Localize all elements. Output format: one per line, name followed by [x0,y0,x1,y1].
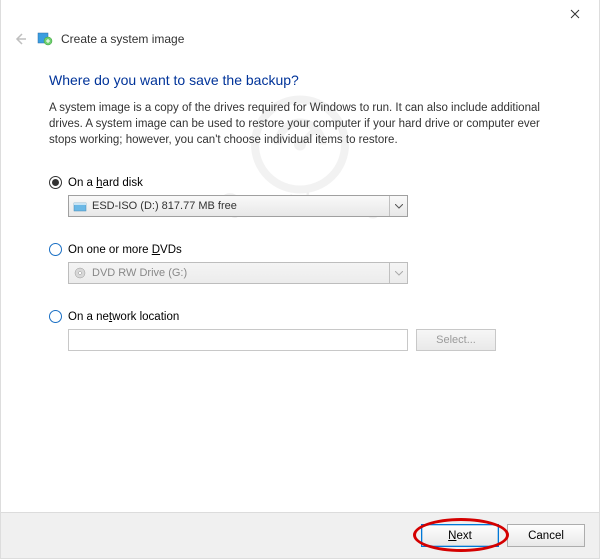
hard-disk-select-value: ESD-ISO (D:) 817.77 MB free [92,200,237,212]
radio-dvds-label[interactable]: On one or more DVDs [68,244,182,256]
close-button[interactable] [555,2,595,26]
radio-dvds[interactable] [49,243,62,256]
radio-hard-disk-label[interactable]: On a hard disk [68,177,143,189]
back-button[interactable] [11,30,29,48]
dvds-select-value: DVD RW Drive (G:) [92,267,187,279]
radio-network[interactable] [49,310,62,323]
select-network-button: Select... [416,329,496,351]
window-title: Create a system image [61,32,184,46]
app-icon [37,31,53,47]
title-bar [1,0,599,28]
cancel-button[interactable]: Cancel [507,524,585,547]
radio-network-label[interactable]: On a network location [68,311,179,323]
option-dvds: On one or more DVDs DVD RW Drive (G:) [49,243,565,284]
header-row: Create a system image [1,28,599,54]
next-button[interactable]: Next [421,524,499,547]
network-path-input [68,329,408,351]
dvds-select: DVD RW Drive (G:) [68,262,408,284]
footer-bar: Next Cancel [1,512,599,558]
content-area: Where do you want to save the backup? A … [1,54,599,385]
dvd-icon [73,267,87,279]
page-description: A system image is a copy of the drives r… [49,100,565,148]
disk-icon [73,200,87,212]
option-hard-disk: On a hard disk ESD-ISO (D:) 817.77 MB fr… [49,176,565,217]
chevron-down-icon [389,196,407,216]
arrow-left-icon [12,31,28,47]
radio-hard-disk[interactable] [49,176,62,189]
page-heading: Where do you want to save the backup? [49,72,565,88]
hard-disk-select[interactable]: ESD-ISO (D:) 817.77 MB free [68,195,408,217]
chevron-down-icon [389,263,407,283]
close-icon [570,9,580,19]
option-network: On a network location Select... [49,310,565,351]
